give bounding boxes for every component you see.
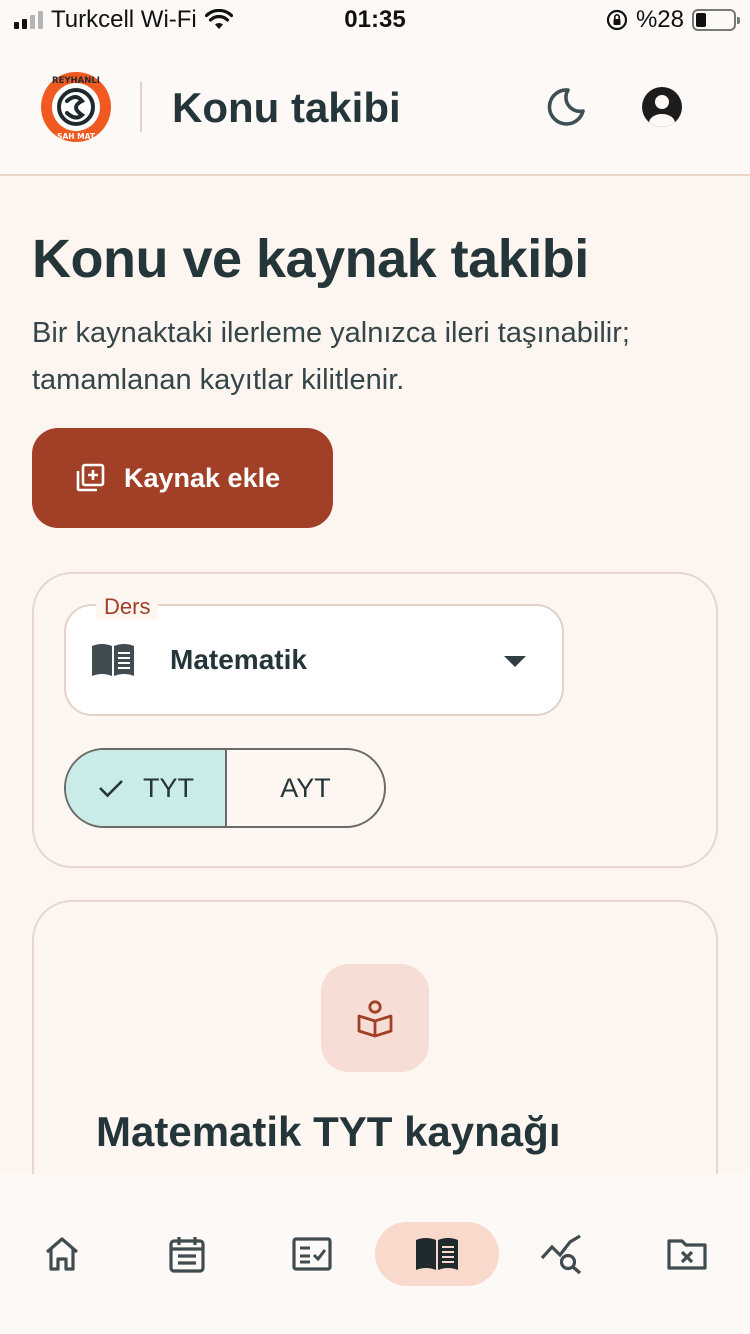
segment-ayt-label: AYT bbox=[280, 772, 331, 803]
checklist-icon bbox=[292, 1237, 332, 1271]
segment-tyt-label: TYT bbox=[143, 772, 194, 803]
battery-percent: %28 bbox=[635, 6, 684, 33]
battery-icon bbox=[692, 9, 740, 31]
nav-tasks[interactable] bbox=[250, 1222, 374, 1286]
dropdown-arrow-icon bbox=[504, 656, 526, 667]
add-source-button[interactable]: Kaynak ekle bbox=[32, 428, 333, 528]
home-icon bbox=[45, 1237, 79, 1271]
theme-toggle-button[interactable] bbox=[544, 85, 588, 129]
reading-person-icon bbox=[357, 1000, 393, 1038]
bottom-navigation bbox=[0, 1174, 750, 1334]
account-circle-icon bbox=[642, 87, 682, 127]
subject-label: Ders bbox=[96, 594, 159, 620]
source-card-title: Matematik TYT kaynağı bbox=[96, 1108, 561, 1155]
segment-ayt[interactable]: AYT bbox=[225, 750, 384, 826]
app-bar-divider bbox=[140, 82, 142, 132]
nav-analytics[interactable] bbox=[500, 1222, 624, 1286]
book-icon bbox=[416, 1238, 458, 1270]
orientation-lock-icon bbox=[606, 9, 628, 31]
source-icon-box bbox=[321, 964, 429, 1072]
analytics-icon bbox=[540, 1234, 582, 1274]
logo-text-top: REYHANLI bbox=[52, 76, 100, 86]
folder-x-icon bbox=[667, 1239, 707, 1270]
app-title: Konu takibi bbox=[172, 84, 401, 131]
nav-topics[interactable] bbox=[375, 1222, 499, 1286]
moon-icon bbox=[547, 88, 585, 126]
page-description: Bir kaynaktaki ilerleme yalnızca ileri t… bbox=[32, 317, 630, 396]
subject-value: Matematik bbox=[170, 644, 307, 675]
app-logo: REYHANLI ŞAH MAT bbox=[41, 72, 111, 142]
subject-select[interactable]: Matematik bbox=[64, 604, 564, 716]
nav-calendar[interactable] bbox=[125, 1222, 249, 1286]
add-source-label: Kaynak ekle bbox=[124, 462, 281, 493]
app-bar: REYHANLI ŞAH MAT Konu takibi bbox=[0, 40, 750, 176]
logo-text-bottom: ŞAH MAT bbox=[57, 132, 96, 141]
nav-home[interactable] bbox=[0, 1222, 124, 1286]
status-right: %28 bbox=[606, 6, 740, 34]
check-icon bbox=[99, 780, 123, 798]
exam-type-toggle: TYT AYT bbox=[64, 748, 386, 828]
calendar-icon bbox=[169, 1237, 205, 1273]
status-bar: Turkcell Wi-Fi 01:35 %28 bbox=[0, 0, 750, 40]
book-open-icon bbox=[92, 644, 134, 676]
segment-tyt[interactable]: TYT bbox=[66, 750, 225, 826]
page-title: Konu ve kaynak takibi bbox=[32, 229, 589, 289]
nav-folder[interactable] bbox=[625, 1222, 749, 1286]
account-button[interactable] bbox=[640, 85, 684, 129]
library-add-icon bbox=[76, 463, 105, 492]
